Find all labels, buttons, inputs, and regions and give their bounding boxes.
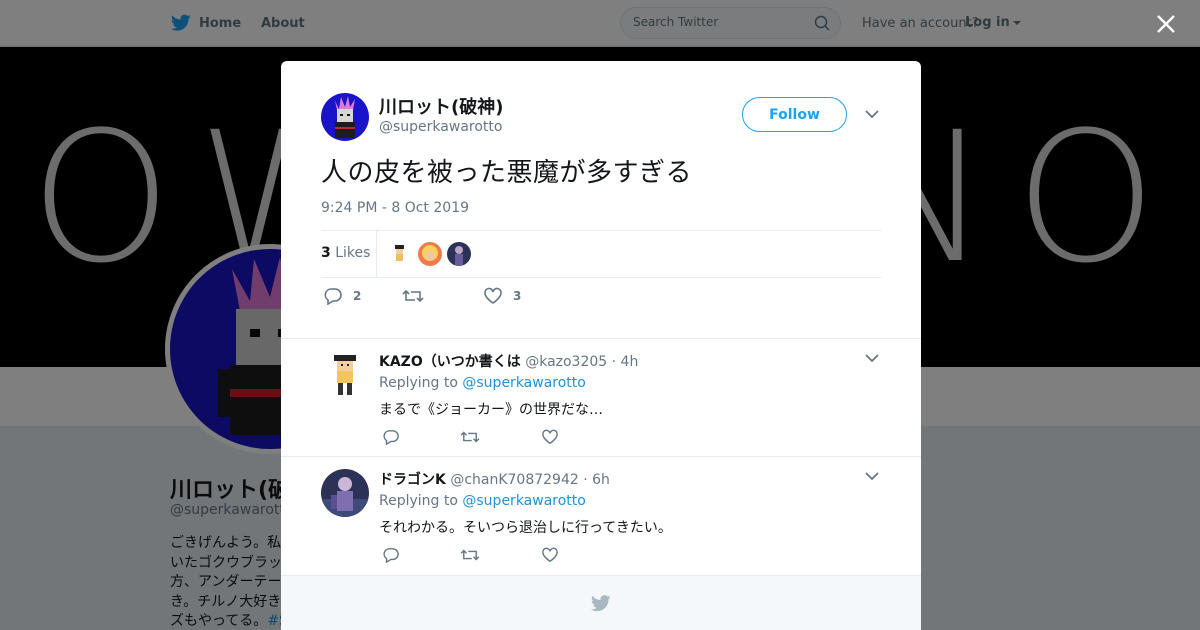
reply-author-handle[interactable]: @chanK70872942 xyxy=(450,472,578,488)
retweet-icon xyxy=(402,289,424,303)
author-name[interactable]: 川ロット(破神) xyxy=(379,93,503,119)
close-icon[interactable] xyxy=(1154,12,1178,36)
reply-item[interactable]: KAZO（いつか書くは @kazo3205 · 4h Replying to @… xyxy=(281,338,921,456)
author-handle[interactable]: @superkawarotto xyxy=(379,119,502,135)
tweet-actions: 2 3 xyxy=(321,287,621,311)
liker-avatar-image xyxy=(418,242,442,266)
chevron-down-icon[interactable] xyxy=(865,353,879,363)
liker-avatar-image xyxy=(447,242,471,266)
like-action[interactable]: 3 xyxy=(483,287,521,305)
tweet-text: 人の皮を被った悪魔が多すぎる xyxy=(321,158,693,188)
follow-button[interactable]: Follow xyxy=(742,97,847,132)
reply-text: まるで《ジョーカー》の世界だな… xyxy=(379,402,603,418)
likes-count: 3 xyxy=(321,245,331,261)
reply-icon xyxy=(324,288,342,305)
liker-avatar[interactable] xyxy=(387,242,411,266)
reply-item[interactable]: ドラゴンK @chanK70872942 · 6h Replying to @s… xyxy=(281,456,921,574)
liker-avatar-image xyxy=(387,242,411,266)
reply-count: 2 xyxy=(353,289,362,303)
avatar-character-image xyxy=(335,96,355,138)
retweet-action[interactable] xyxy=(402,287,434,305)
author-avatar[interactable] xyxy=(321,93,369,141)
reply-icon[interactable] xyxy=(382,429,400,445)
reply-actions xyxy=(382,547,582,565)
reply-header: KAZO（いつか書くは @kazo3205 · 4h xyxy=(379,351,638,371)
replying-to-prefix: Replying to xyxy=(379,493,458,509)
modal-footer xyxy=(281,575,921,630)
like-count: 3 xyxy=(513,289,522,303)
heart-icon xyxy=(484,287,502,304)
reply-time[interactable]: · 4h xyxy=(612,354,639,370)
heart-icon[interactable] xyxy=(541,429,559,445)
liker-avatar[interactable] xyxy=(447,242,471,266)
retweet-icon[interactable] xyxy=(460,429,480,445)
reply-text: それわかる。そいつら退治しに行ってきたい。 xyxy=(379,520,672,536)
tweet-timestamp[interactable]: 9:24 PM - 8 Oct 2019 xyxy=(321,200,469,216)
heart-icon[interactable] xyxy=(541,547,559,563)
likes-stat[interactable]: 3 Likes xyxy=(321,245,370,261)
likes-label: Likes xyxy=(335,245,371,261)
reply-avatar-image xyxy=(321,469,369,517)
liker-avatar[interactable] xyxy=(418,242,442,266)
replying-to-link[interactable]: @superkawarotto xyxy=(462,493,585,509)
tweet-stats: 3 Likes xyxy=(321,230,881,278)
reply-author-name[interactable]: ドラゴンK xyxy=(379,472,446,488)
reply-actions xyxy=(382,429,582,447)
reply-author-name[interactable]: KAZO（いつか書くは xyxy=(379,354,521,370)
replying-to: Replying to @superkawarotto xyxy=(379,493,586,509)
replying-to-link[interactable]: @superkawarotto xyxy=(462,375,585,391)
retweet-icon[interactable] xyxy=(460,547,480,563)
replying-to-prefix: Replying to xyxy=(379,375,458,391)
reply-icon[interactable] xyxy=(382,547,400,563)
reply-action[interactable]: 2 xyxy=(323,287,361,305)
reply-avatar[interactable] xyxy=(321,351,369,399)
tweet-permalink-modal: 川ロット(破神) @superkawarotto Follow 人の皮を被った悪… xyxy=(281,61,921,630)
twitter-bird-icon xyxy=(591,595,611,612)
reply-header: ドラゴンK @chanK70872942 · 6h xyxy=(379,469,610,489)
chevron-down-icon[interactable] xyxy=(865,109,879,119)
reply-time[interactable]: · 6h xyxy=(583,472,610,488)
replying-to: Replying to @superkawarotto xyxy=(379,375,586,391)
reply-avatar-image xyxy=(321,351,369,399)
reply-author-handle[interactable]: @kazo3205 xyxy=(525,354,607,370)
stats-divider xyxy=(376,231,377,278)
reply-avatar[interactable] xyxy=(321,469,369,517)
chevron-down-icon[interactable] xyxy=(865,471,879,481)
